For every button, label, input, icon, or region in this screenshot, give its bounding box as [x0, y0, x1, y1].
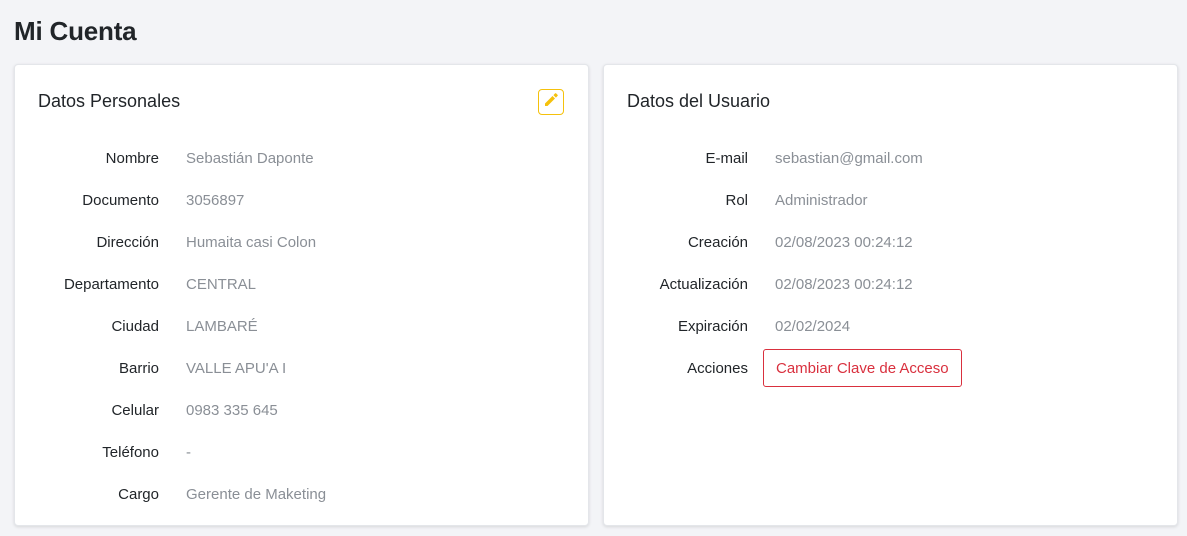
field-value: 3056897	[186, 191, 245, 209]
field-label: Dirección	[96, 233, 159, 251]
field-value: CENTRAL	[186, 275, 257, 293]
list-item: Nombre Sebastián Daponte	[15, 137, 588, 179]
field-label: Documento	[82, 191, 159, 209]
field-label: Ciudad	[111, 317, 159, 335]
field-value: LAMBARÉ	[186, 317, 258, 335]
field-label: Celular	[111, 401, 159, 419]
list-item: Actualización 02/08/2023 00:24:12	[604, 263, 1177, 305]
pencil-icon	[543, 92, 559, 113]
field-value: 02/02/2024	[775, 317, 851, 335]
edit-personal-data-button[interactable]	[538, 89, 564, 115]
page-title: Mi Cuenta	[14, 16, 137, 46]
list-item: Teléfono -	[15, 431, 588, 473]
list-item: Dirección Humaita casi Colon	[15, 221, 588, 263]
list-item: Barrio VALLE APU'A I	[15, 347, 588, 389]
field-label: Rol	[725, 191, 748, 209]
field-label: Expiración	[677, 317, 748, 335]
list-item: Creación 02/08/2023 00:24:12	[604, 221, 1177, 263]
change-password-button[interactable]: Cambiar Clave de Acceso	[763, 349, 962, 387]
field-label: Teléfono	[102, 443, 159, 461]
list-item: Departamento CENTRAL	[15, 263, 588, 305]
field-label: Creación	[687, 233, 748, 251]
list-item: Expiración 02/02/2024	[604, 305, 1177, 347]
field-value: -	[186, 443, 191, 461]
list-item: Celular 0983 335 645	[15, 389, 588, 431]
field-label: Departamento	[63, 275, 159, 293]
field-value: Administrador	[775, 191, 868, 209]
field-value: VALLE APU'A I	[186, 359, 287, 377]
actions-row: Acciones Cambiar Clave de Acceso	[604, 347, 1177, 389]
user-data-list: E-mail sebastian@gmail.com Rol Administr…	[604, 137, 1177, 389]
field-value: 02/08/2023 00:24:12	[775, 275, 913, 293]
field-label: E-mail	[705, 149, 748, 167]
field-value: Humaita casi Colon	[186, 233, 317, 251]
user-data-title: Datos del Usuario	[627, 91, 771, 111]
user-data-card: Datos del Usuario E-mail sebastian@gmail…	[603, 64, 1178, 526]
list-item: Cargo Gerente de Maketing	[15, 473, 588, 515]
field-label: Cargo	[118, 485, 159, 503]
list-item: E-mail sebastian@gmail.com	[604, 137, 1177, 179]
actions-label: Acciones	[687, 359, 748, 377]
field-value: Sebastián Daponte	[186, 149, 314, 167]
personal-data-card: Datos Personales Nombre Sebastián Dapont…	[14, 64, 589, 526]
personal-data-title: Datos Personales	[38, 91, 181, 111]
personal-data-list: Nombre Sebastián Daponte Documento 30568…	[15, 137, 588, 515]
field-value: Gerente de Maketing	[186, 485, 327, 503]
field-label: Barrio	[118, 359, 159, 377]
field-value: 02/08/2023 00:24:12	[775, 233, 913, 251]
list-item: Documento 3056897	[15, 179, 588, 221]
field-label: Nombre	[105, 149, 159, 167]
field-value: sebastian@gmail.com	[775, 149, 923, 167]
list-item: Rol Administrador	[604, 179, 1177, 221]
field-value: 0983 335 645	[186, 401, 278, 419]
list-item: Ciudad LAMBARÉ	[15, 305, 588, 347]
field-label: Actualización	[659, 275, 748, 293]
